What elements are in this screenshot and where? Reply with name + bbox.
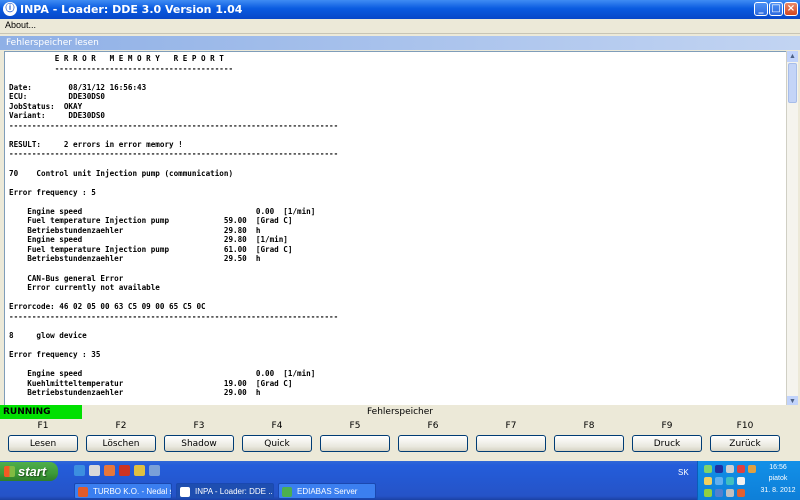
taskbar: start TURBO K.O. - Nedal s... INPA - Load… [0,461,800,500]
system-tray: 16:56 piatok 31. 8. 2012 [697,461,800,500]
fkey-label-f2: F2 [115,421,127,431]
fkey-label-f3: F3 [193,421,205,431]
scroll-thumb[interactable] [788,63,797,103]
taskbar-task-0[interactable]: TURBO K.O. - Nedal s... [74,483,172,499]
fkey-label-f10: F10 [736,421,754,431]
fkey-button-f4[interactable]: Quick [242,435,312,452]
quicklaunch-icon[interactable] [104,465,115,476]
task-app-icon [282,487,292,497]
tray-icon[interactable] [704,489,712,497]
taskbar-task-1[interactable]: INPA - Loader: DDE ... [176,483,274,499]
fkey-label-f1: F1 [37,421,49,431]
vertical-scrollbar[interactable]: ▲ ▼ [786,51,798,407]
fkey-label-f7: F7 [505,421,517,431]
main-window: Fehlerspeicher lesen E R R O R M E M O R… [0,34,800,461]
error-report[interactable]: E R R O R M E M O R Y R E P O R T ------… [4,51,788,409]
tray-icon[interactable] [748,465,756,473]
clock-day: piatok [768,475,788,482]
panel-title: Fehlerspeicher lesen [0,36,800,50]
tray-icon[interactable] [726,465,734,473]
scroll-up-icon[interactable]: ▲ [787,51,798,62]
status-title: Fehlerspeicher [367,407,433,417]
tray-icon[interactable] [726,477,734,485]
fkey-label-f5: F5 [349,421,361,431]
fkey-label-f6: F6 [427,421,439,431]
task-app-icon [180,487,190,497]
fkey-button-f3[interactable]: Shadow [164,435,234,452]
fkey-button-f5[interactable] [320,435,390,452]
fkey-label-f4: F4 [271,421,283,431]
tray-icon[interactable] [704,477,712,485]
task-app-icon [78,487,88,497]
language-indicator[interactable]: SK [678,468,689,477]
tray-icon[interactable] [715,477,723,485]
tray-icon[interactable] [715,465,723,473]
task-label: EDIABAS Server [297,487,358,496]
fkey-button-f10[interactable]: Zurück [710,435,780,452]
menu-bar: About... [0,19,800,34]
taskbar-task-2[interactable]: EDIABAS Server [278,483,376,499]
clock-date: 31. 8. 2012 [760,487,796,494]
tray-icon[interactable] [726,489,734,497]
report-text: E R R O R M E M O R Y R E P O R T ------… [9,54,339,398]
tray-icon[interactable] [715,489,723,497]
quicklaunch-icon[interactable] [74,465,85,476]
window-title: INPA - Loader: DDE 3.0 Version 1.04 [20,3,243,16]
title-bar[interactable]: ⓘ INPA - Loader: DDE 3.0 Version 1.04 _ … [0,0,800,19]
fkey-button-f2[interactable]: Löschen [86,435,156,452]
quicklaunch-icon[interactable] [134,465,145,476]
task-label: TURBO K.O. - Nedal s... [93,487,172,496]
start-button[interactable]: start [0,462,58,481]
tray-icon[interactable] [737,465,745,473]
minimize-button[interactable]: _ [754,2,768,16]
maximize-button[interactable]: □ [769,2,783,16]
inpa-app-icon[interactable]: ⓘ [3,2,17,16]
fkey-button-f1[interactable]: Lesen [8,435,78,452]
task-label: INPA - Loader: DDE ... [195,487,274,496]
fkey-button-f7[interactable] [476,435,546,452]
windows-logo-icon [4,466,15,477]
fkey-button-f6[interactable] [398,435,468,452]
quicklaunch-icon[interactable] [89,465,100,476]
tray-icon[interactable] [737,489,745,497]
fkey-button-f9[interactable]: Druck [632,435,702,452]
fkey-button-f8[interactable] [554,435,624,452]
fkey-label-f9: F9 [661,421,673,431]
quicklaunch-icon[interactable] [149,465,160,476]
close-button[interactable]: × [784,2,798,16]
tray-icon[interactable] [704,465,712,473]
clock-time[interactable]: 16:56 [758,464,798,471]
fkey-label-f8: F8 [583,421,595,431]
quicklaunch-icon[interactable] [119,465,130,476]
menu-about[interactable]: About... [5,20,36,30]
tray-icon[interactable] [737,477,745,485]
